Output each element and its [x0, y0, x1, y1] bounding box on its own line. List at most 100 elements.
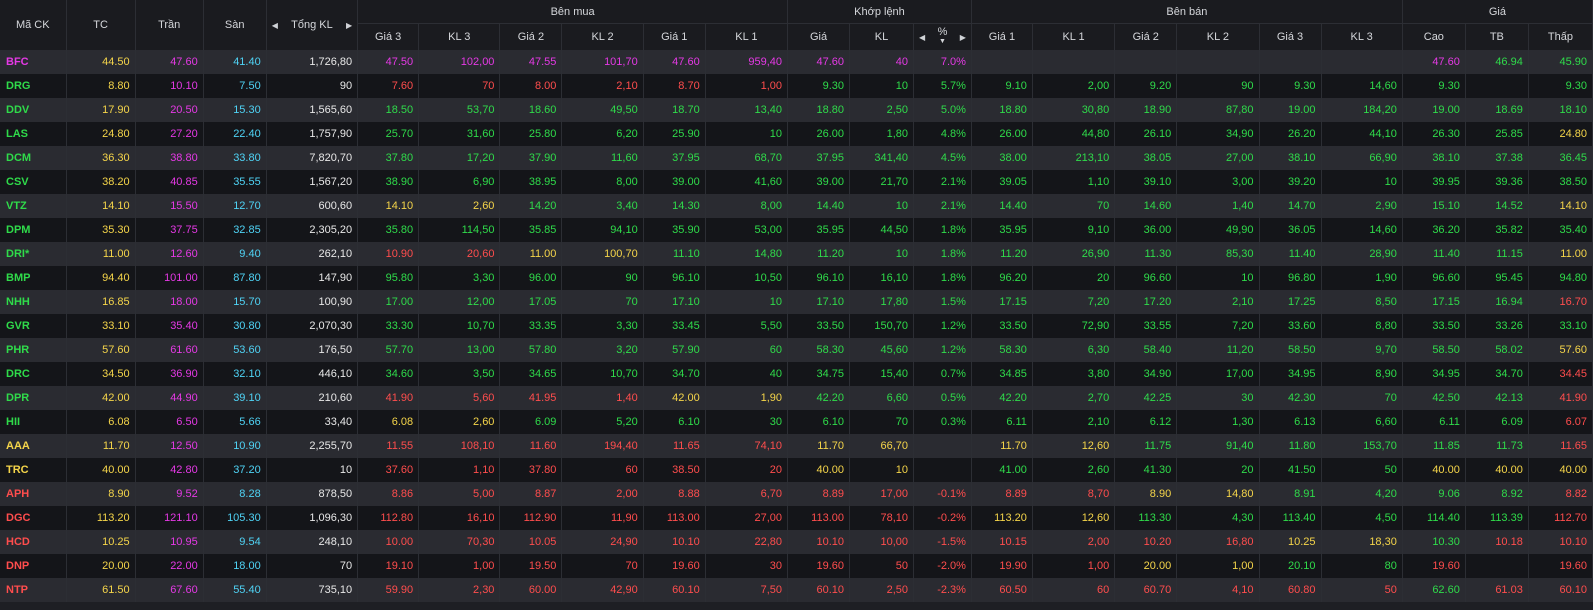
- stock-symbol[interactable]: BMP: [0, 266, 67, 290]
- stock-symbol[interactable]: DCM: [0, 146, 67, 170]
- table-row[interactable]: TRC 40.00 42.80 37.20 10 37.60 1,10 37.80 60 38.5…: [0, 458, 1593, 482]
- col-bid3-volume[interactable]: KL 3: [418, 23, 501, 50]
- table-row[interactable]: LAS 24.80 27.20 22.40 1,757,90 25.70 31,60 25.8…: [0, 122, 1593, 146]
- col-bid2-volume[interactable]: KL 2: [561, 23, 644, 50]
- col-ceiling[interactable]: Trần: [135, 0, 204, 50]
- table-row[interactable]: BFC 44.50 47.60 41.40 1,726,80 47.50 102,00 47.…: [0, 50, 1593, 74]
- table-cell: [1259, 50, 1322, 74]
- col-match-volume[interactable]: KL: [849, 23, 915, 50]
- stock-symbol[interactable]: DPM: [0, 218, 67, 242]
- table-row[interactable]: VTZ 14.10 15.50 12.70 600,60 14.10 2,60 14.20 3,…: [0, 194, 1593, 218]
- stock-symbol[interactable]: VTZ: [0, 194, 67, 218]
- table-cell: 35.80: [357, 218, 420, 242]
- col-bid3-price[interactable]: Giá 3: [357, 23, 420, 50]
- table-cell: 113.40: [1259, 506, 1322, 530]
- table-cell: 57.60: [66, 338, 136, 362]
- table-row[interactable]: NTP 61.50 67.60 55.40 735,10 59.90 2,30 60.00 42…: [0, 578, 1593, 602]
- col-floor[interactable]: Sàn: [203, 0, 267, 50]
- table-cell: 1,10: [1032, 170, 1116, 194]
- arrow-right-icon[interactable]: ▶: [960, 33, 966, 42]
- stock-symbol[interactable]: PHR: [0, 338, 67, 362]
- stock-symbol[interactable]: DNP: [0, 554, 67, 578]
- col-ask1-price[interactable]: Giá 1: [971, 23, 1033, 50]
- sort-desc-icon[interactable]: ▼: [939, 37, 946, 46]
- stock-symbol[interactable]: HCD: [0, 530, 67, 554]
- stock-symbol[interactable]: DPR: [0, 386, 67, 410]
- table-cell: 113.39: [1465, 506, 1529, 530]
- col-ask3-price[interactable]: Giá 3: [1259, 23, 1322, 50]
- stock-symbol[interactable]: DRG: [0, 74, 67, 98]
- stock-symbol[interactable]: NHH: [0, 290, 67, 314]
- table-cell: 85,30: [1176, 242, 1260, 266]
- table-row[interactable]: HCD 10.25 10.95 9.54 248,10 10.00 70,30 10.05 24…: [0, 530, 1593, 554]
- table-cell: 11.00: [499, 242, 563, 266]
- stock-symbol[interactable]: NTP: [0, 578, 67, 602]
- table-row[interactable]: DDV 17.90 20.50 15.30 1,565,60 18.50 53,70 18.6…: [0, 98, 1593, 122]
- table-cell: 5,50: [705, 314, 789, 338]
- arrow-left-icon[interactable]: ◀: [919, 33, 925, 42]
- table-cell: 8.92: [1465, 482, 1529, 506]
- table-cell: 33.10: [66, 314, 136, 338]
- table-cell: 90: [266, 74, 359, 98]
- table-cell: 18.69: [1465, 98, 1529, 122]
- table-cell: 7.50: [203, 74, 267, 98]
- table-row[interactable]: DRC 34.50 36.90 32.10 446,10 34.60 3,50 34.65 10…: [0, 362, 1593, 386]
- stock-symbol[interactable]: DGC: [0, 506, 67, 530]
- table-row[interactable]: DRI* 11.00 12.60 9.40 262,10 10.90 20,60 11.00 1…: [0, 242, 1593, 266]
- stock-symbol[interactable]: BFC: [0, 50, 67, 74]
- stock-symbol[interactable]: GVR: [0, 314, 67, 338]
- stock-symbol[interactable]: DDV: [0, 98, 67, 122]
- table-row[interactable]: DRG 8.80 10.10 7.50 90 7.60 70 8.00 2,10 8.70 1,00…: [0, 74, 1593, 98]
- table-row[interactable]: BMP 94.40 101.00 87.80 147,90 95.80 3,30 96.00 9…: [0, 266, 1593, 290]
- table-row[interactable]: GVR 33.10 35.40 30.80 2,070,30 33.30 10,70 33.3…: [0, 314, 1593, 338]
- table-cell: 26.00: [971, 122, 1033, 146]
- stock-symbol[interactable]: CSV: [0, 170, 67, 194]
- col-total-volume[interactable]: ◀ Tổng KL ▶: [266, 0, 359, 50]
- table-cell: 35.40: [1528, 218, 1593, 242]
- stock-symbol[interactable]: DRC: [0, 362, 67, 386]
- table-cell: 15.10: [1402, 194, 1466, 218]
- col-ask2-volume[interactable]: KL 2: [1176, 23, 1260, 50]
- table-row[interactable]: DCM 36.30 38.80 33.80 7,820,70 37.80 17,20 37.9…: [0, 146, 1593, 170]
- arrow-left-icon[interactable]: ◀: [272, 21, 278, 30]
- table-row[interactable]: HII 6.08 6.50 5.66 33,40 6.08 2,60 6.09 5,20 6.10…: [0, 410, 1593, 434]
- col-match-price[interactable]: Giá: [787, 23, 850, 50]
- col-high[interactable]: Cao: [1402, 23, 1466, 50]
- col-low[interactable]: Thấp: [1528, 23, 1593, 50]
- stock-symbol[interactable]: AAA: [0, 434, 67, 458]
- table-cell: [971, 50, 1033, 74]
- table-row[interactable]: DGC 113.20 121.10 105.30 1,096,30 112.80 16,10…: [0, 506, 1593, 530]
- col-symbol[interactable]: Mã CK: [0, 0, 67, 50]
- stock-symbol[interactable]: DRI*: [0, 242, 67, 266]
- col-ask1-volume[interactable]: KL 1: [1032, 23, 1116, 50]
- table-row[interactable]: NHH 16.85 18.00 15.70 100,90 17.00 12,00 17.05 7…: [0, 290, 1593, 314]
- table-row[interactable]: DPM 35.30 37.75 32.85 2,305,20 35.80 114,50 35.…: [0, 218, 1593, 242]
- table-cell: 33,40: [266, 410, 359, 434]
- col-reference[interactable]: TC: [66, 0, 136, 50]
- col-bid1-price[interactable]: Giá 1: [643, 23, 706, 50]
- arrow-right-icon[interactable]: ▶: [346, 21, 352, 30]
- stock-symbol[interactable]: APH: [0, 482, 67, 506]
- table-cell: 11.20: [787, 242, 850, 266]
- col-average[interactable]: TB: [1465, 23, 1529, 50]
- stock-symbol[interactable]: LAS: [0, 122, 67, 146]
- table-cell: 7.0%: [913, 50, 972, 74]
- col-ask2-price[interactable]: Giá 2: [1114, 23, 1178, 50]
- table-cell: 10.05: [499, 530, 563, 554]
- stock-symbol[interactable]: TRC: [0, 458, 67, 482]
- col-match-percent[interactable]: ◀ % ▼ ▶: [913, 23, 972, 50]
- table-row[interactable]: CSV 38.20 40.85 35.55 1,567,20 38.90 6,90 38.95…: [0, 170, 1593, 194]
- stock-symbol[interactable]: HII: [0, 410, 67, 434]
- col-bid2-price[interactable]: Giá 2: [499, 23, 563, 50]
- table-cell: 101,70: [561, 50, 644, 74]
- col-ask3-volume[interactable]: KL 3: [1321, 23, 1403, 50]
- col-bid1-volume[interactable]: KL 1: [705, 23, 789, 50]
- table-row[interactable]: PHR 57.60 61.60 53.60 176,50 57.70 13,00 57.80 3…: [0, 338, 1593, 362]
- table-row[interactable]: APH 8.90 9.52 8.28 878,50 8.86 5,00 8.87 2,00 8.8…: [0, 482, 1593, 506]
- table-cell: 6.12: [1114, 410, 1178, 434]
- table-row[interactable]: DPR 42.00 44.90 39.10 210,60 41.90 5,60 41.95 1,…: [0, 386, 1593, 410]
- table-cell: 9.30: [1528, 74, 1593, 98]
- table-row[interactable]: AAA 11.70 12.50 10.90 2,255,70 11.55 108,10 11.…: [0, 434, 1593, 458]
- table-row[interactable]: DNP 20.00 22.00 18.00 70 19.10 1,00 19.50 70 19.6…: [0, 554, 1593, 578]
- table-cell: 47.55: [499, 50, 563, 74]
